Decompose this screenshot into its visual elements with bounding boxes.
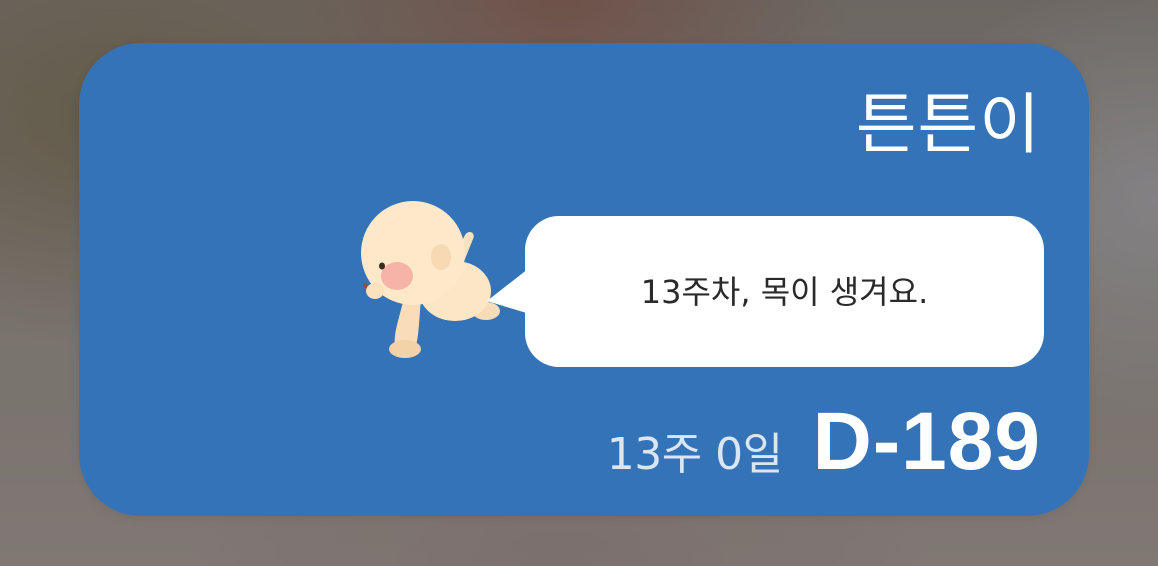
widget-footer: 13주 0일 D-189 (607, 395, 1041, 487)
speech-bubble: 13주차, 목이 생겨요. (525, 216, 1044, 367)
d-day-counter: D-189 (812, 396, 1041, 487)
pregnancy-week-day: 13주 0일 (606, 429, 783, 480)
pregnancy-widget[interactable]: 튼튼이 13주차, 목이 생겨요. 13주 0일 D-189 (79, 43, 1089, 516)
crawling-baby-icon (361, 201, 500, 358)
baby-name: 튼튼이 (855, 86, 1041, 163)
weekly-message: 13주차, 목이 생겨요. (640, 272, 929, 311)
